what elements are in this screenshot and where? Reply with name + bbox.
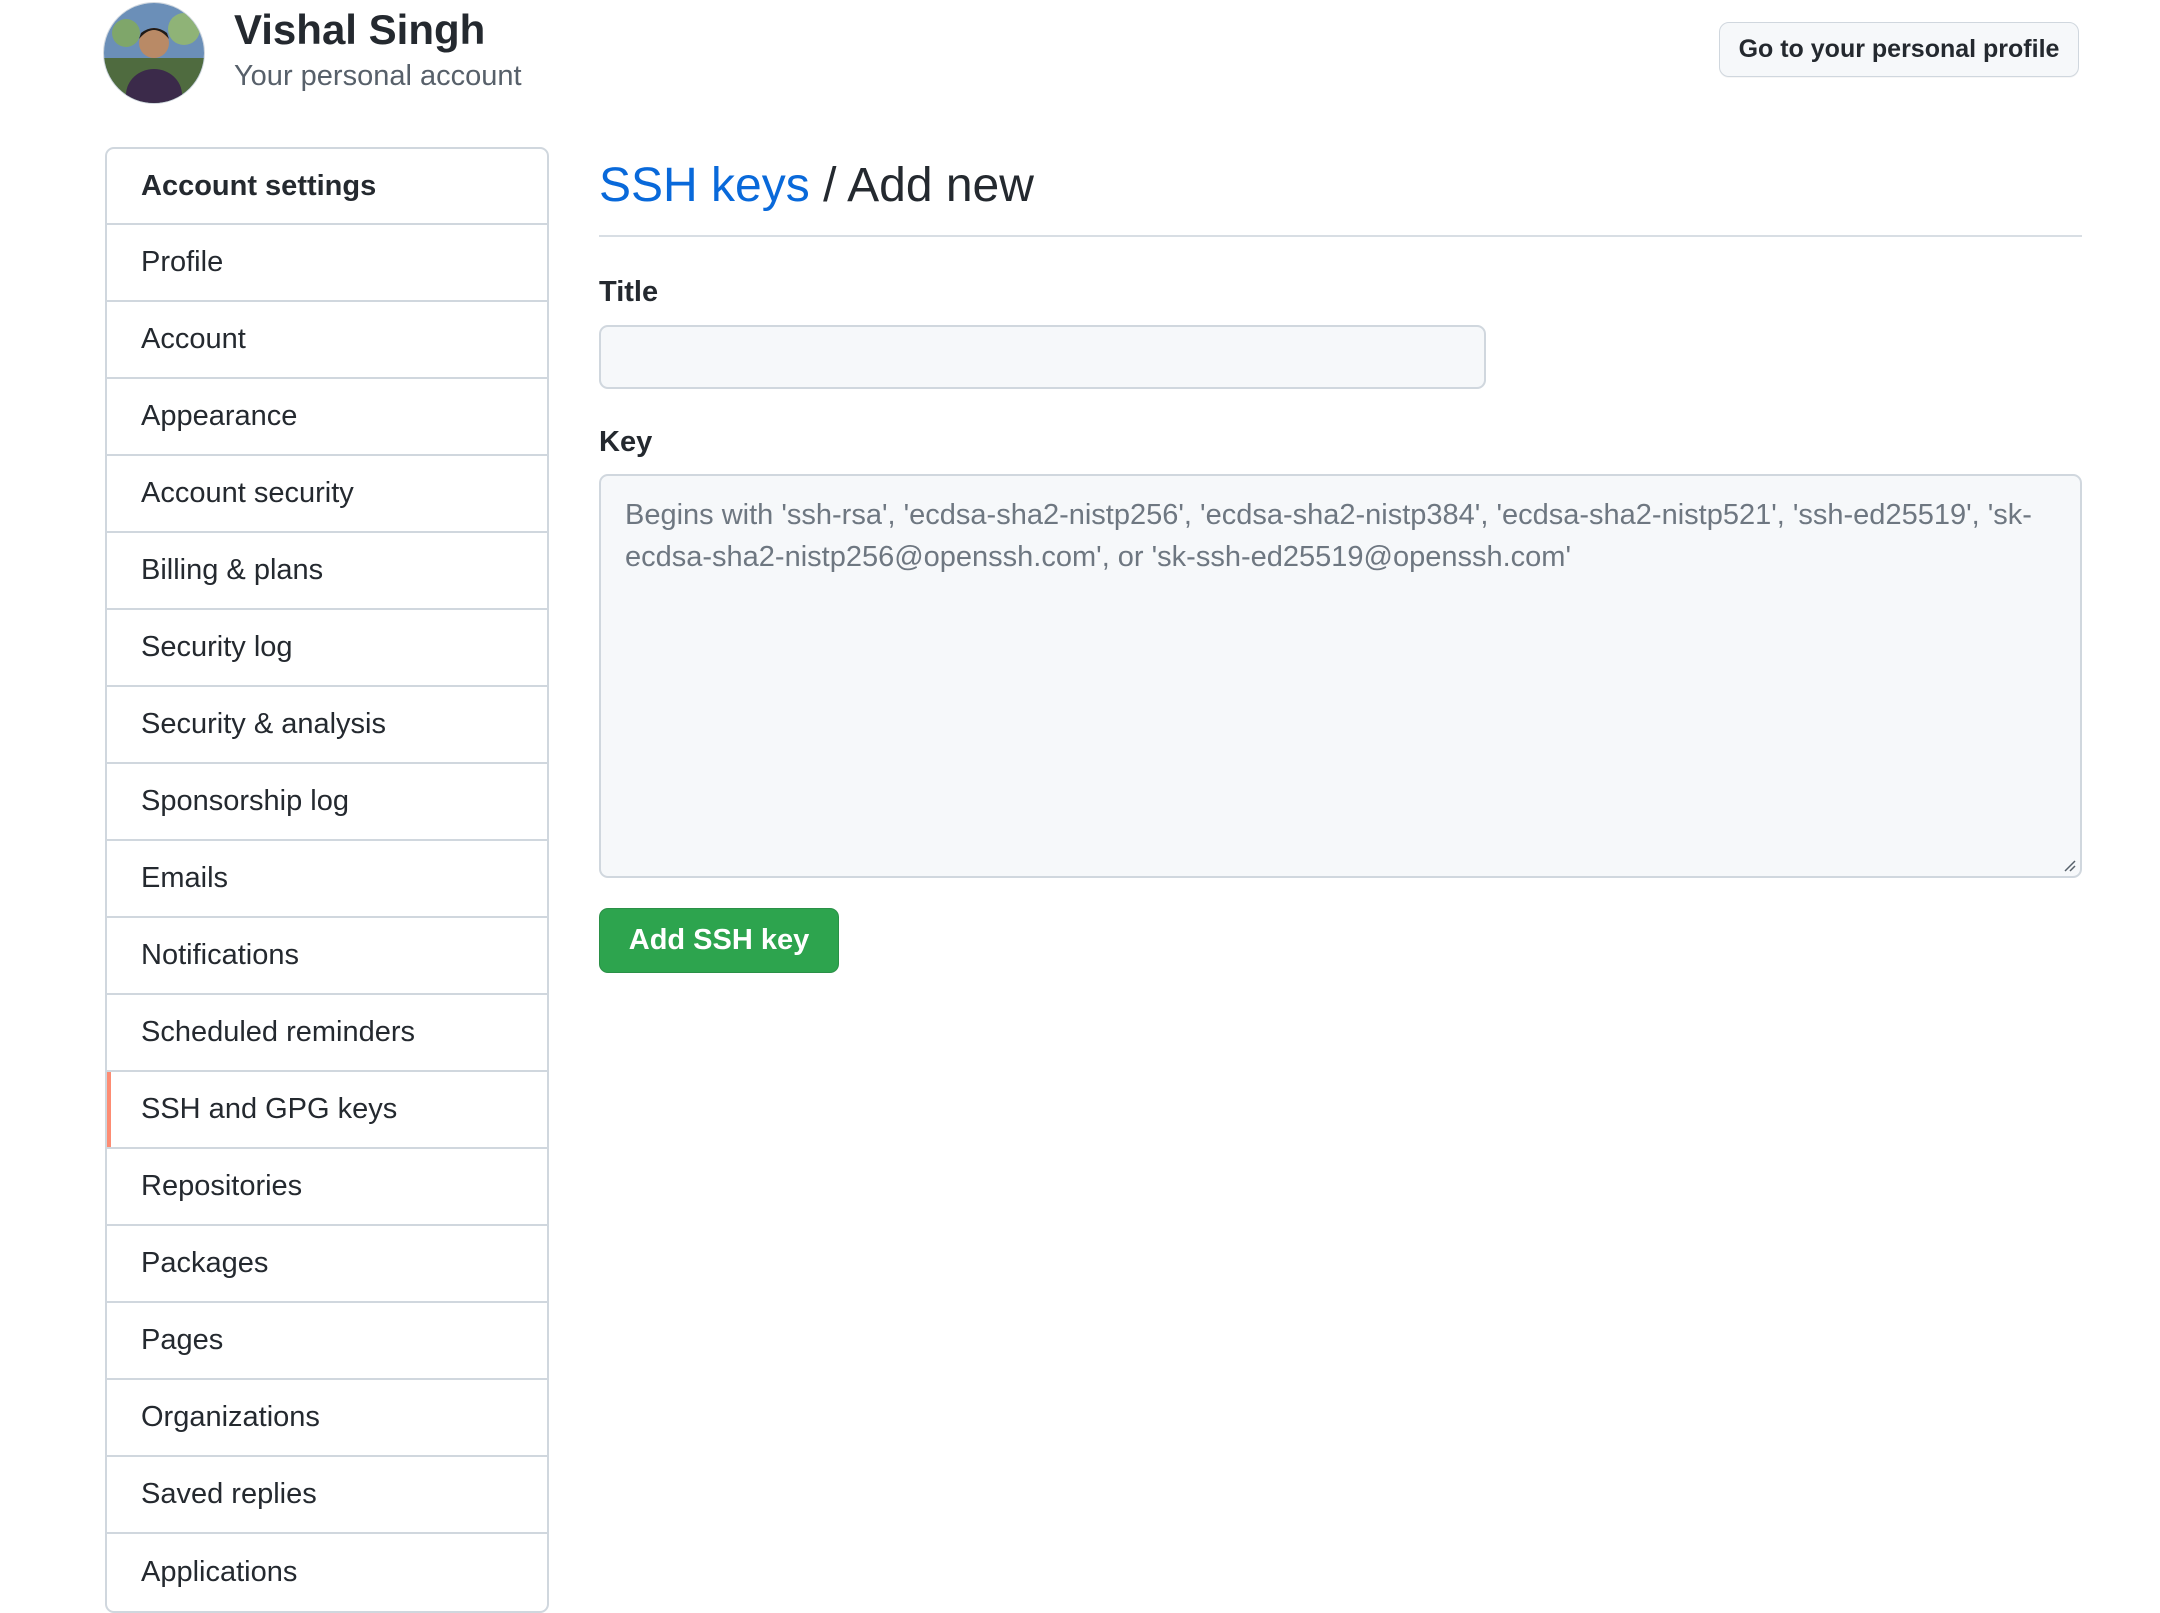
main-content: SSH keys / Add new Title Key Begins with… bbox=[599, 147, 2082, 973]
breadcrumb-separator: / bbox=[823, 159, 837, 212]
sidebar-item-saved-replies[interactable]: Saved replies bbox=[107, 1457, 547, 1534]
breadcrumb-ssh-keys-link[interactable]: SSH keys bbox=[599, 159, 810, 212]
avatar[interactable] bbox=[103, 2, 205, 104]
sidebar-item-packages[interactable]: Packages bbox=[107, 1226, 547, 1303]
key-label: Key bbox=[599, 426, 653, 458]
account-header: Vishal Singh Your personal account Go to… bbox=[103, 0, 2083, 110]
key-textarea[interactable]: Begins with 'ssh-rsa', 'ecdsa-sha2-nistp… bbox=[599, 474, 2082, 878]
sidebar-item-appearance[interactable]: Appearance bbox=[107, 379, 547, 456]
sidebar-item-security-analysis[interactable]: Security & analysis bbox=[107, 687, 547, 764]
account-type: Your personal account bbox=[234, 60, 522, 92]
sidebar-heading: Account settings bbox=[107, 149, 547, 225]
sidebar-item-emails[interactable]: Emails bbox=[107, 841, 547, 918]
user-name: Vishal Singh bbox=[234, 6, 486, 53]
sidebar-item-sponsorship-log[interactable]: Sponsorship log bbox=[107, 764, 547, 841]
sidebar-item-repositories[interactable]: Repositories bbox=[107, 1149, 547, 1226]
resize-handle-icon[interactable] bbox=[2062, 858, 2076, 872]
sidebar-item-organizations[interactable]: Organizations bbox=[107, 1380, 547, 1457]
title-input[interactable] bbox=[599, 325, 1486, 389]
sidebar-item-notifications[interactable]: Notifications bbox=[107, 918, 547, 995]
key-placeholder: Begins with 'ssh-rsa', 'ecdsa-sha2-nistp… bbox=[625, 499, 2032, 573]
add-ssh-key-button[interactable]: Add SSH key bbox=[599, 908, 839, 973]
avatar-image bbox=[104, 3, 204, 103]
breadcrumb-current: Add new bbox=[847, 159, 1034, 212]
settings-sidebar: Account settings Profile Account Appeara… bbox=[105, 147, 549, 1613]
sidebar-item-profile[interactable]: Profile bbox=[107, 225, 547, 302]
sidebar-item-account[interactable]: Account bbox=[107, 302, 547, 379]
sidebar-item-pages[interactable]: Pages bbox=[107, 1303, 547, 1380]
go-to-profile-button[interactable]: Go to your personal profile bbox=[1719, 22, 2079, 77]
sidebar-item-billing[interactable]: Billing & plans bbox=[107, 533, 547, 610]
sidebar-item-scheduled-reminders[interactable]: Scheduled reminders bbox=[107, 995, 547, 1072]
sidebar-item-applications[interactable]: Applications bbox=[107, 1534, 547, 1611]
sidebar-item-ssh-gpg-keys[interactable]: SSH and GPG keys bbox=[107, 1072, 547, 1149]
title-label: Title bbox=[599, 276, 659, 308]
sidebar-item-account-security[interactable]: Account security bbox=[107, 456, 547, 533]
sidebar-item-security-log[interactable]: Security log bbox=[107, 610, 547, 687]
page-title: SSH keys / Add new bbox=[599, 147, 2082, 237]
